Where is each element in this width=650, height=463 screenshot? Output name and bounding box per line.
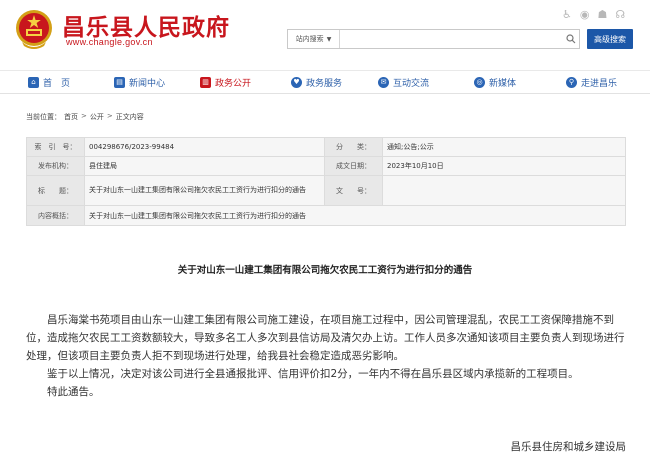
caret-down-icon: ▼ (326, 35, 332, 43)
date-key: 成文日期： (324, 156, 383, 176)
docno-value (382, 175, 626, 206)
media-icon: ◎ (474, 76, 485, 88)
article-paragraph: 鉴于以上情况，决定对该公司进行全县通报批评、信用评价扣2分，一年内不得在昌乐县区… (47, 368, 579, 380)
nav-item-label: 新媒体 (489, 78, 517, 89)
index-value: 004298676/2023-99484 (84, 137, 325, 157)
search-input[interactable] (340, 30, 579, 48)
search-box: 站内搜索 ▼ (287, 29, 580, 49)
article-paragraph: 特此通告。 (47, 386, 100, 398)
article-paragraph: 昌乐海棠书苑项目由山东一山建工集团有限公司施工建设，在项目施工过程中，因公司管理… (26, 314, 625, 362)
title-key: 标 题： (26, 175, 85, 206)
nav-item-services[interactable]: ♥ 政务服务 (291, 71, 342, 93)
publisher-key: 发布机构： (26, 156, 85, 176)
breadcrumb: 当前位置： 首页 > 公开 > 正文内容 (26, 112, 144, 122)
table-row: 发布机构： 县住建局 成文日期： 2023年10月10日 (26, 156, 626, 176)
nav-item-about[interactable]: ⚲ 走进昌乐 (566, 71, 617, 93)
breadcrumb-separator: > (106, 112, 113, 120)
article-signature: 昌乐县住房和城乡建设局 (510, 441, 627, 453)
breadcrumb-home-link[interactable]: 首页 (64, 112, 78, 122)
heart-icon: ♥ (291, 76, 302, 88)
nav-item-label: 首 页 (43, 78, 71, 89)
nav-item-new-media[interactable]: ◎ 新媒体 (474, 71, 516, 93)
home-icon: ⌂ (28, 76, 39, 88)
main-nav: ⌂ 首 页 ▤ 新闻中心 ▥ 政务公开 ♥ 政务服务 ✉ 互动交流 ◎ 新媒体 … (0, 70, 650, 94)
nav-item-interaction[interactable]: ✉ 互动交流 (378, 71, 429, 93)
index-key: 索 引 号： (26, 137, 85, 157)
search-scope-label: 站内搜索 (295, 35, 324, 43)
search-icon (566, 34, 576, 44)
site-header: 昌乐县人民政府 www.changle.gov.cn ♿ ◉ ☗ ☊ 站内搜索 … (0, 0, 650, 68)
ear-icon[interactable]: ☊ (615, 9, 625, 21)
search-scope-select[interactable]: 站内搜索 ▼ (288, 30, 340, 48)
breadcrumb-separator: > (81, 112, 87, 120)
docno-key: 文 号： (324, 175, 383, 206)
breadcrumb-label: 当前位置： (26, 113, 61, 121)
table-row: 标 题： 关于对山东一山建工集团有限公司拖欠农民工工资行为进行扣分的通告 文 号… (26, 175, 626, 206)
site-domain: www.changle.gov.cn (66, 37, 153, 47)
nav-item-label: 互动交流 (393, 78, 430, 89)
publisher-value: 县住建局 (84, 156, 325, 176)
article-title: 关于对山东一山建工集团有限公司拖欠农民工工资行为进行扣分的通告 (177, 265, 473, 276)
chat-icon: ✉ (378, 76, 389, 88)
accessibility-toolbar: ♿ ◉ ☗ ☊ (562, 9, 625, 21)
category-value: 通知;公告;公示 (382, 137, 626, 157)
nav-item-label: 政务公开 (215, 78, 252, 89)
article-body: 昌乐海棠书苑项目由山东一山建工集团有限公司施工建设，在项目施工过程中，因公司管理… (26, 311, 628, 401)
building-icon: ▥ (200, 76, 211, 88)
news-icon: ▤ (114, 76, 125, 88)
title-value: 关于对山东一山建工集团有限公司拖欠农民工工资行为进行扣分的通告 (84, 175, 325, 206)
wheelchair-icon[interactable]: ♿ (562, 9, 572, 21)
nav-item-label: 新闻中心 (129, 78, 166, 89)
national-emblem-icon (16, 10, 52, 49)
location-icon: ⚲ (566, 76, 577, 88)
date-value: 2023年10月10日 (382, 156, 626, 176)
nav-item-home[interactable]: ⌂ 首 页 (28, 71, 70, 93)
nav-item-label: 走进昌乐 (581, 78, 618, 89)
content-value: 关于对山东一山建工集团有限公司拖欠农民工工资行为进行扣分的通告 (84, 205, 626, 226)
category-key: 分 类： (324, 137, 383, 157)
table-row: 索 引 号： 004298676/2023-99484 分 类： 通知;公告;公… (26, 137, 626, 157)
breadcrumb-public-link[interactable]: 公开 (90, 112, 104, 122)
advanced-search-button[interactable]: 高级搜索 (587, 29, 633, 49)
eye-icon[interactable]: ◉ (580, 9, 590, 21)
document-info-table: 索 引 号： 004298676/2023-99484 分 类： 通知;公告;公… (26, 137, 626, 226)
search-button[interactable] (563, 30, 579, 48)
elder-icon[interactable]: ☗ (597, 9, 607, 21)
content-key: 内容概括： (26, 205, 85, 226)
nav-item-gov-affairs[interactable]: ▥ 政务公开 (200, 71, 251, 93)
nav-item-label: 政务服务 (306, 78, 343, 89)
breadcrumb-current: 正文内容 (115, 113, 144, 121)
nav-item-news[interactable]: ▤ 新闻中心 (114, 71, 165, 93)
table-row: 内容概括： 关于对山东一山建工集团有限公司拖欠农民工工资行为进行扣分的通告 (26, 205, 626, 226)
